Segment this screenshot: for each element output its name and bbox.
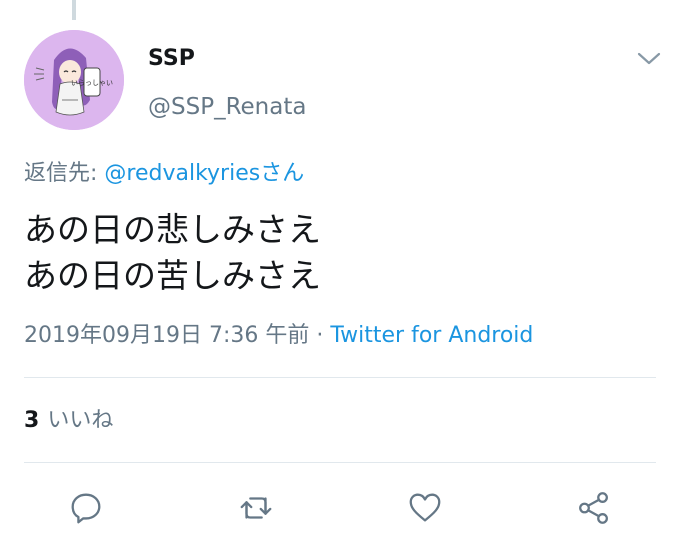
avatar-sign-text: いらっしゃい [71,79,113,87]
reply-icon [71,493,101,524]
avatar[interactable]: いらっしゃい [24,30,124,130]
tweet-metadata: 2019年09月19日 7:36 午前 · Twitter for Androi… [24,322,533,350]
reply-mention-link[interactable]: @redvalkyriesさん [104,161,304,186]
avatar-image: いらっしゃい [24,30,124,130]
heart-icon [409,493,441,522]
meta-separator: · [309,323,331,348]
reply-button[interactable] [66,488,106,528]
like-label: いいね [47,408,114,433]
tweet-text-line-1: あの日の悲しみさえ [24,210,321,249]
share-icon [579,492,608,524]
likes-stat[interactable]: 3 いいね [24,407,113,435]
divider-top [24,377,656,378]
display-name[interactable]: SSP [148,45,195,73]
retweet-icon [240,497,272,519]
thread-connector-line [72,0,76,20]
divider-bottom [24,462,656,463]
tweet-text-line-2: あの日の苦しみさえ [24,256,321,295]
reply-context: 返信先: @redvalkyriesさん [24,160,304,188]
chevron-down-icon [637,52,661,65]
username[interactable]: @SSP_Renata [148,93,306,121]
like-count: 3 [24,408,40,433]
tweet-menu-button[interactable] [636,50,662,68]
share-button[interactable] [574,488,614,528]
reply-prefix: 返信先: [24,161,105,186]
like-button[interactable] [405,488,445,528]
timestamp[interactable]: 2019年09月19日 7:36 午前 [24,323,309,348]
retweet-button[interactable] [236,488,276,528]
tweet-text: あの日の悲しみさえ あの日の苦しみさえ [24,207,321,299]
source-link[interactable]: Twitter for Android [330,323,533,348]
